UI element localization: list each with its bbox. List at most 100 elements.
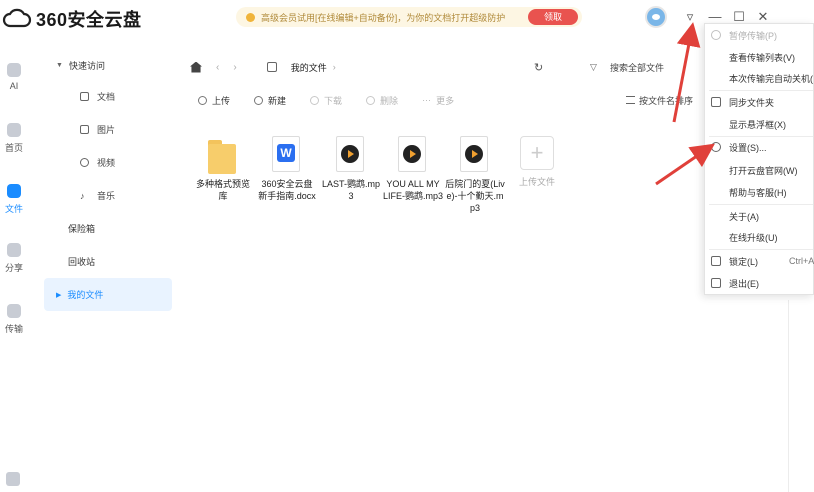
rail-item-files[interactable]: 文件 bbox=[0, 184, 28, 215]
nav-item-documents[interactable]: 文档 bbox=[44, 80, 172, 113]
nav-quick-access[interactable]: ▼ 快速访问 bbox=[44, 50, 172, 80]
filter-icon[interactable]: ▽ bbox=[590, 62, 597, 73]
menu-label: 锁定(L) bbox=[729, 256, 758, 267]
search-input[interactable]: 搜索全部文件 bbox=[610, 61, 664, 74]
upload-button[interactable]: 上传 bbox=[198, 94, 230, 107]
menu-divider bbox=[709, 249, 813, 250]
arrow-to-settings bbox=[655, 143, 715, 186]
menu-label: 查看传输列表(V) bbox=[729, 52, 795, 63]
promo-claim-button[interactable]: 领取 bbox=[528, 9, 578, 25]
menu-dropdown-icon[interactable]: ▿ bbox=[682, 9, 698, 25]
menu-label: 显示悬浮框(X) bbox=[729, 119, 786, 130]
menu-label: 设置(S)... bbox=[729, 142, 767, 153]
sidebar-nav: ▼ 快速访问 文档 图片 视频 ♪ 音乐 保险箱 回收站 ▶ 我的文件 bbox=[44, 50, 172, 311]
forward-icon[interactable]: › bbox=[233, 62, 236, 73]
document-icon bbox=[80, 92, 89, 101]
action-label: 新建 bbox=[268, 95, 287, 106]
nav-item-recycle[interactable]: 回收站 bbox=[44, 245, 172, 278]
rail-item-transfer[interactable]: 传输 bbox=[0, 304, 28, 335]
sort-icon bbox=[626, 96, 635, 104]
audio-file-icon bbox=[398, 136, 426, 172]
menu-label: 在线升级(U) bbox=[729, 232, 778, 243]
rail-label: 首页 bbox=[4, 143, 23, 153]
nav-label: 快速访问 bbox=[68, 60, 105, 71]
rail-item-home[interactable]: 首页 bbox=[0, 123, 28, 154]
nav-item-safe[interactable]: 保险箱 bbox=[44, 212, 172, 245]
audio-file-icon bbox=[336, 136, 364, 172]
promo-banner[interactable]: 高级会员试用[在线编辑+自动备份]，为你的文档打开超级防护 领取 bbox=[236, 7, 582, 27]
sort-button[interactable]: 按文件名排序 bbox=[626, 94, 693, 107]
menu-item-transfer-list[interactable]: 查看传输列表(V) bbox=[705, 48, 814, 66]
more-button[interactable]: ··· 更多 bbox=[422, 94, 454, 107]
folder-icon bbox=[7, 184, 21, 198]
nav-item-my-files[interactable]: ▶ 我的文件 bbox=[44, 278, 172, 311]
chevron-right-icon: › bbox=[332, 62, 336, 72]
menu-label: 帮助与客服(H) bbox=[729, 187, 787, 198]
menu-label: 同步文件夹 bbox=[729, 97, 775, 108]
menu-item-auto-shutdown[interactable]: 本次传输完自动关机( bbox=[705, 69, 814, 87]
rail-label: 分享 bbox=[4, 263, 23, 273]
rail-item-ai[interactable]: AI bbox=[0, 63, 28, 91]
share-icon bbox=[7, 243, 21, 257]
rail-item-share[interactable]: 分享 bbox=[0, 243, 28, 274]
menu-label: 打开云盘官网(W) bbox=[729, 165, 798, 176]
exit-icon bbox=[711, 278, 721, 288]
menu-item-floating-window[interactable]: 显示悬浮框(X) bbox=[705, 115, 814, 133]
file-name: YOU ALL MY LIFE-鹦鹉.mp3 bbox=[383, 179, 444, 201]
app-logo: 360安全云盘 bbox=[2, 6, 142, 32]
title-bar: 360安全云盘 高级会员试用[在线编辑+自动备份]，为你的文档打开超级防护 领取… bbox=[0, 0, 814, 36]
file-item[interactable]: LAST-鹦鹉.mp3 bbox=[320, 136, 382, 214]
file-item[interactable]: 后院门的夏(Live)-十个勤天.mp3 bbox=[444, 136, 506, 214]
action-label: 下载 bbox=[324, 95, 343, 106]
nav-item-images[interactable]: 图片 bbox=[44, 113, 172, 146]
menu-item-settings[interactable]: 设置(S)... bbox=[705, 138, 814, 156]
download-button[interactable]: 下载 bbox=[310, 94, 342, 107]
breadcrumb[interactable]: 我的文件 bbox=[291, 61, 327, 74]
nav-item-music[interactable]: ♪ 音乐 bbox=[44, 179, 172, 212]
divider bbox=[788, 300, 789, 492]
caret-down-icon: ▼ bbox=[56, 61, 63, 69]
menu-item-lock[interactable]: 锁定(L) Ctrl+A bbox=[705, 252, 814, 270]
menu-item-exit[interactable]: 退出(E) bbox=[705, 274, 814, 292]
home-icon[interactable] bbox=[190, 61, 202, 73]
main-menu-dropdown: 暂停传输(P) 查看传输列表(V) 本次传输完自动关机( 同步文件夹 显示悬浮框… bbox=[704, 23, 814, 295]
file-item[interactable]: YOU ALL MY LIFE-鹦鹉.mp3 bbox=[382, 136, 444, 214]
back-icon[interactable]: ‹ bbox=[216, 62, 219, 73]
menu-item-help[interactable]: 帮助与客服(H) bbox=[705, 183, 814, 201]
transfer-icon bbox=[7, 304, 21, 318]
file-name: LAST-鹦鹉.mp3 bbox=[321, 179, 380, 201]
menu-label: 暂停传输(P) bbox=[729, 30, 777, 41]
plus-icon: + bbox=[520, 136, 554, 170]
nav-label: 我的文件 bbox=[67, 290, 104, 300]
cloud-logo-icon bbox=[2, 8, 32, 28]
menu-divider bbox=[709, 90, 813, 91]
menu-item-sync-folder[interactable]: 同步文件夹 bbox=[705, 93, 814, 111]
left-rail: AI 首页 文件 分享 传输 bbox=[0, 36, 28, 492]
rail-label: 文件 bbox=[4, 204, 23, 214]
menu-item-website[interactable]: 打开云盘官网(W) bbox=[705, 161, 814, 179]
menu-item-upgrade[interactable]: 在线升级(U) bbox=[705, 228, 814, 246]
trash-icon bbox=[366, 95, 376, 105]
action-toolbar: 上传 新建 下载 删除 ··· 更多 按文件名排序 bbox=[198, 92, 718, 108]
menu-label: 退出(E) bbox=[729, 278, 759, 289]
menu-item-about[interactable]: 关于(A) bbox=[705, 207, 814, 225]
nav-item-videos[interactable]: 视频 bbox=[44, 146, 172, 179]
action-label: 更多 bbox=[436, 95, 455, 106]
file-name: 后院门的夏(Live)-十个勤天.mp3 bbox=[445, 179, 505, 213]
user-avatar[interactable] bbox=[645, 6, 667, 28]
video-icon bbox=[80, 158, 89, 167]
menu-item-pause[interactable]: 暂停传输(P) bbox=[705, 26, 814, 44]
file-item[interactable]: 多种格式预览库 bbox=[192, 136, 254, 214]
nav-label: 保险箱 bbox=[68, 224, 96, 234]
gear-icon bbox=[711, 142, 721, 152]
shield-icon[interactable] bbox=[6, 472, 20, 486]
audio-file-icon bbox=[460, 136, 488, 172]
upload-file-tile[interactable]: + 上传文件 bbox=[506, 136, 568, 214]
new-button[interactable]: 新建 bbox=[254, 94, 286, 107]
menu-label: 关于(A) bbox=[729, 211, 759, 222]
home-icon bbox=[7, 123, 21, 137]
refresh-icon[interactable]: ↻ bbox=[534, 61, 543, 74]
file-item[interactable]: W 360安全云盘新手指南.docx bbox=[256, 136, 318, 214]
delete-button[interactable]: 删除 bbox=[366, 94, 398, 107]
music-icon: ♪ bbox=[80, 191, 85, 201]
